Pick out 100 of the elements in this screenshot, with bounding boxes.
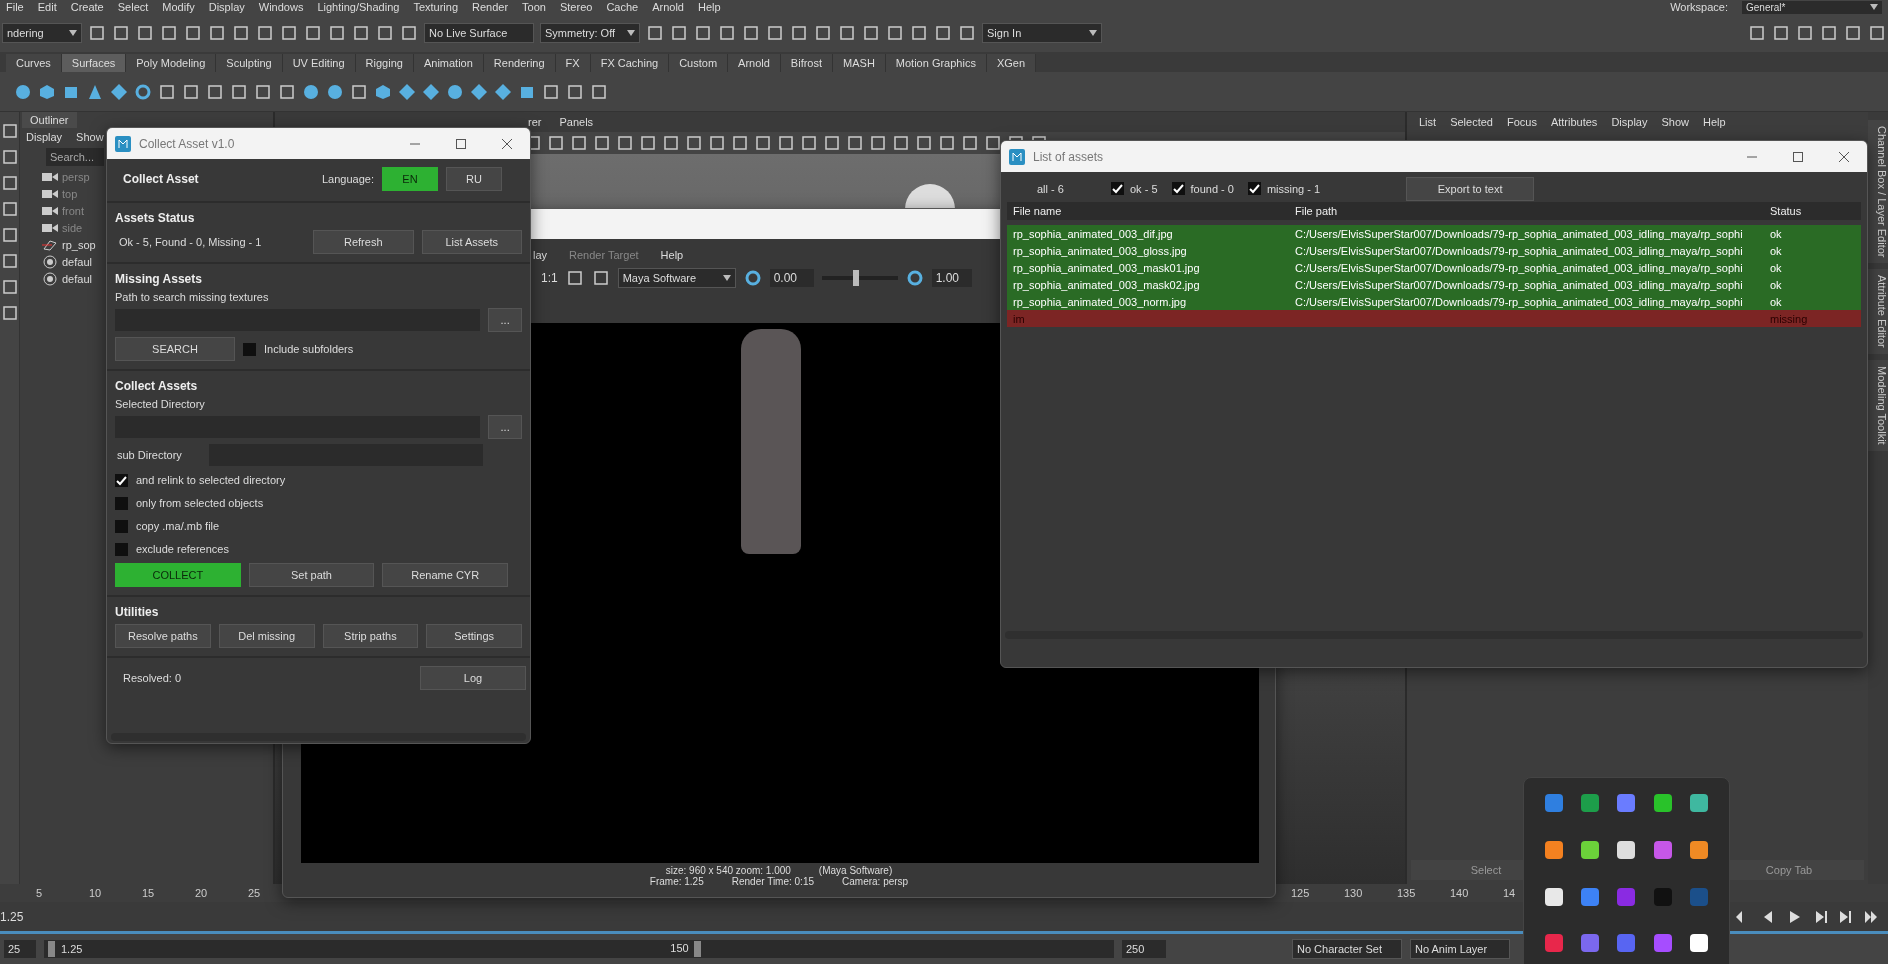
tray-app-icon[interactable] [1689,840,1708,859]
shelf-tab[interactable]: FX Caching [590,54,670,72]
anim-layer-dropdown[interactable]: No Anim Layer [1410,939,1510,959]
side-tab[interactable]: Channel Box / Layer Editor [1868,120,1888,264]
renderer-dropdown[interactable]: Maya Software [617,268,736,288]
menu-item[interactable]: rer [528,116,542,128]
live-surface-field[interactable]: No Live Surface [424,23,534,43]
sphere-icon[interactable] [446,82,464,101]
tool-icon[interactable] [0,200,19,218]
tool-icon[interactable] [278,82,296,101]
diamond-icon[interactable] [110,82,128,101]
action-button[interactable]: Resolve paths [115,624,211,648]
shelf-tab[interactable]: FX [555,54,591,72]
tool-icon[interactable] [0,148,19,166]
menu-item[interactable]: Edit [37,1,57,13]
menu-item[interactable]: Help [1703,116,1726,128]
menu-item[interactable]: List [1419,116,1437,128]
menu-item[interactable]: File [6,1,24,13]
tool-icon[interactable] [350,82,368,101]
action-button[interactable]: Del missing [218,624,315,648]
menu-item[interactable]: Display [208,1,245,13]
menu-item[interactable]: Texturing [413,1,459,13]
menu-item[interactable]: Stereo [559,1,593,13]
shelf-tab[interactable]: Rendering [483,54,556,72]
shelf-tab[interactable]: Sculpting [216,54,283,72]
checkbox[interactable] [115,496,128,510]
menu-item[interactable]: Selected [1450,116,1493,128]
search-field[interactable]: Search... [46,148,104,166]
sign-in-dropdown[interactable]: Sign In [982,23,1102,43]
image-icon[interactable] [591,269,610,287]
shelf-tab[interactable]: Arnold [728,54,781,72]
shelf-tab[interactable]: Curves [6,54,62,72]
toolbar-icon[interactable] [984,134,1002,152]
asset-row[interactable]: rp_sophia_animated_003_dif.jpg C:/Users/ElvisSuperStar007/Downloads/79-rp_sophia_animated_003_idling_maya/rp_sophi ok [1007,225,1861,242]
range-start-handle[interactable] [48,941,55,957]
action-button[interactable]: COLLECT [115,563,241,587]
menu-item[interactable]: Windows [258,1,304,13]
exposure-field[interactable]: 0.00 [769,269,814,287]
menu-item[interactable]: Create [70,1,104,13]
shelf-tab[interactable]: Surfaces [61,54,127,72]
browse-button[interactable]: ... [488,415,522,439]
menu-item[interactable]: Lighting/Shading [317,1,400,13]
gamma-field[interactable]: 1.00 [931,269,972,287]
tool-icon[interactable] [158,82,176,101]
tool-icon[interactable] [182,82,200,101]
menu-item[interactable]: Toon [522,1,546,13]
diamond-icon[interactable] [398,82,416,101]
filter-checkbox[interactable] [1247,182,1261,195]
checkbox[interactable] [243,342,256,356]
outliner-tab[interactable]: Outliner [22,112,77,128]
filter-checkbox[interactable] [1171,182,1185,195]
menu-item[interactable]: Help [660,249,684,261]
asset-row[interactable]: rp_sophia_animated_003_mask02.jpg C:/Users/ElvisSuperStar007/Downloads/79-rp_sophia_animated_003_idling_maya/rp_sophi ok [1007,276,1861,293]
tray-app-icon[interactable] [1545,887,1564,906]
checkbox[interactable] [115,542,128,556]
tool-icon[interactable] [0,122,19,140]
action-button[interactable]: Settings [426,624,522,648]
tool-icon[interactable] [542,82,560,101]
menu-item[interactable]: Display [26,131,63,143]
diamond-icon[interactable] [494,82,512,101]
outliner-item[interactable]: defaul [42,253,92,270]
tool-icon[interactable] [0,252,19,270]
log-button[interactable]: Log [420,666,526,690]
workspace-dropdown[interactable]: General* [1742,0,1882,14]
language-button[interactable]: EN [382,167,438,191]
browse-button[interactable]: ... [488,308,522,332]
shelf-tab[interactable]: Animation [413,54,484,72]
cube-icon[interactable] [38,82,56,101]
menu-item[interactable]: Cache [606,1,639,13]
symmetry-dropdown[interactable]: Symmetry: Off [540,23,640,43]
side-tab[interactable]: Modeling Toolkit [1868,360,1888,451]
menu-item[interactable]: Select [117,1,149,13]
shelf-tab[interactable]: UV Editing [282,54,356,72]
menu-item[interactable]: Show [1661,116,1689,128]
menu-item[interactable]: Panels [559,116,594,128]
mode-dropdown[interactable]: ndering [2,23,82,43]
ring-icon[interactable] [134,82,152,101]
menu-item[interactable]: Attributes [1550,116,1598,128]
filter-checkbox[interactable] [1111,182,1124,195]
image-icon[interactable] [565,269,584,287]
menu-item[interactable]: Modify [162,1,195,13]
tray-app-icon[interactable] [1689,934,1708,953]
asset-row[interactable]: rp_sophia_animated_003_norm.jpg C:/Users/ElvisSuperStar007/Downloads/79-rp_sophia_animated_003_idling_maya/rp_sophi ok [1007,293,1861,310]
menu-item[interactable]: Render [472,1,509,13]
shelf-tab[interactable]: Poly Modeling [126,54,217,72]
asset-row[interactable]: rp_sophia_animated_003_gloss.jpg C:/Users/ElvisSuperStar007/Downloads/79-rp_sophia_animated_003_idling_maya/rp_sophi ok [1007,242,1861,259]
menu-item[interactable]: Focus [1506,116,1537,128]
playback-icon[interactable] [1838,908,1854,925]
export-button[interactable]: Export to text [1406,176,1535,201]
tool-icon[interactable] [0,226,19,244]
menu-item[interactable]: Arnold [652,1,684,13]
sphere-icon[interactable] [326,82,344,101]
side-tab[interactable]: Attribute Editor [1868,269,1888,355]
asset-row[interactable]: rp_sophia_animated_003_mask01.jpg C:/Users/ElvisSuperStar007/Downloads/79-rp_sophia_animated_003_idling_maya/rp_sophi ok [1007,259,1861,276]
tool-icon[interactable] [590,82,608,101]
outliner-item[interactable]: rp_sop [42,236,96,253]
action-button[interactable]: Strip paths [322,624,419,648]
end-frame-field[interactable]: 250 [1122,940,1166,958]
diamond-icon[interactable] [422,82,440,101]
tray-app-icon[interactable] [1581,840,1600,859]
